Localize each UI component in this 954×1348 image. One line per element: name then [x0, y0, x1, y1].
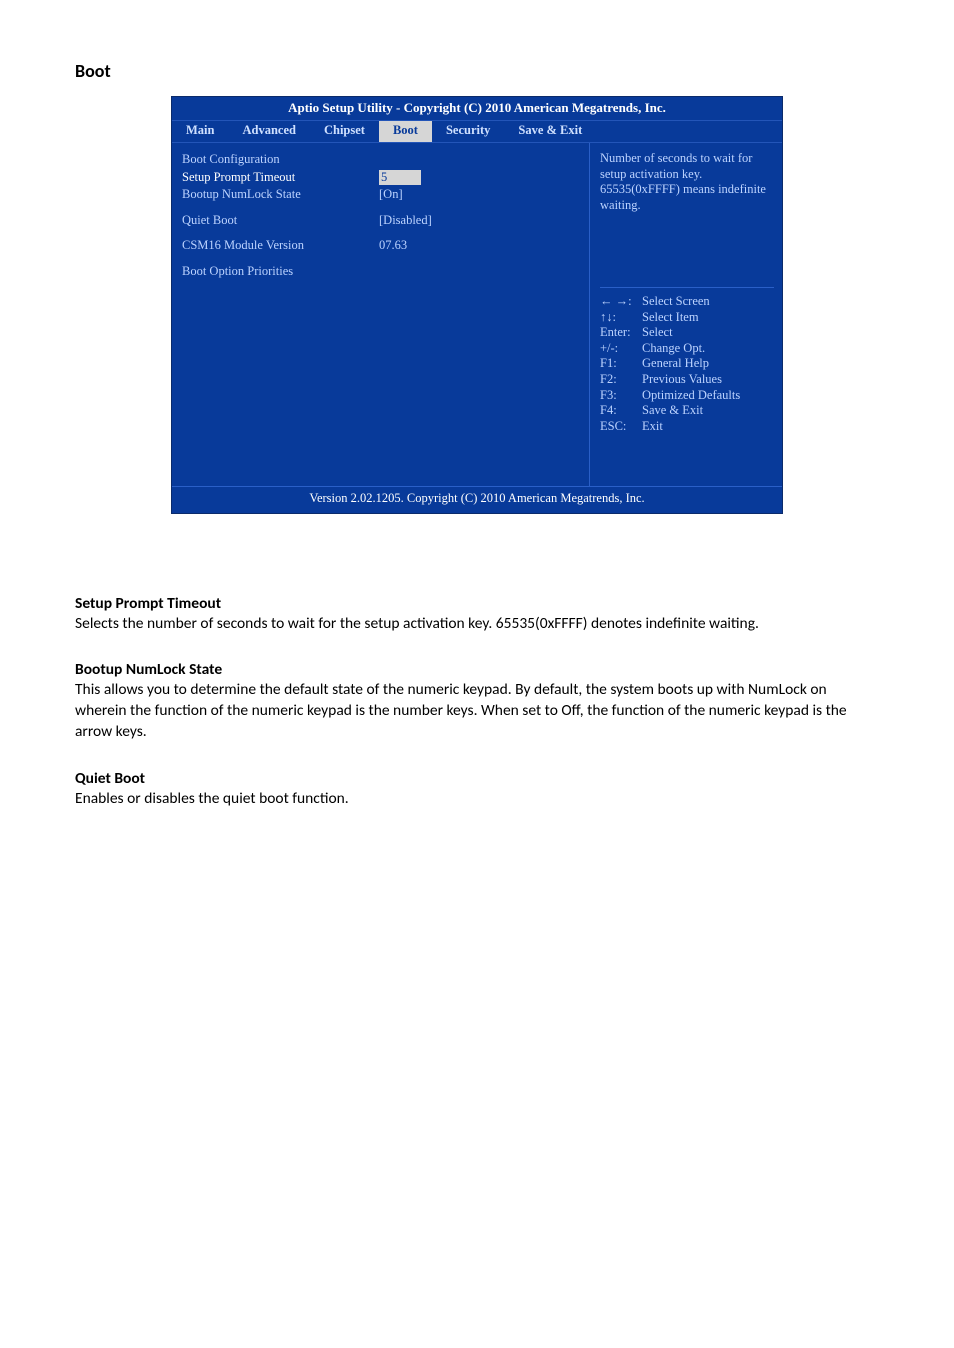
- desc-setup-prompt-timeout: Setup Prompt Timeout Selects the number …: [75, 594, 879, 635]
- desc-heading-setup-prompt-timeout: Setup Prompt Timeout: [75, 594, 879, 613]
- desc-quiet-boot: Quiet Boot Enables or disables the quiet…: [75, 769, 879, 810]
- bios-tab-boot[interactable]: Boot: [379, 121, 432, 142]
- nav-desc-f1: General Help: [642, 356, 774, 372]
- nav-desc-esc: Exit: [642, 419, 774, 435]
- nav-arrows-h: ← →: Select Screen: [600, 294, 774, 310]
- nav-enter: Enter: Select: [600, 325, 774, 341]
- bios-tab-main[interactable]: Main: [172, 121, 228, 142]
- label-bootup-numlock-state: Bootup NumLock State: [182, 187, 379, 203]
- value-setup-prompt-timeout: 5: [379, 170, 421, 186]
- nav-desc-arrows-v: Select Item: [642, 310, 774, 326]
- desc-heading-bootup-numlock-state: Bootup NumLock State: [75, 660, 879, 679]
- nav-desc-f3: Optimized Defaults: [642, 388, 774, 404]
- bios-footer: Version 2.02.1205. Copyright (C) 2010 Am…: [172, 486, 782, 513]
- desc-heading-quiet-boot: Quiet Boot: [75, 769, 879, 788]
- label-csm16-module-version: CSM16 Module Version: [182, 238, 379, 254]
- nav-key-arrows-v: ↑↓:: [600, 310, 642, 326]
- nav-desc-arrows-h: Select Screen: [642, 294, 774, 310]
- nav-plusminus: +/-: Change Opt.: [600, 341, 774, 357]
- desc-text-bootup-numlock-state: This allows you to determine the default…: [75, 680, 879, 743]
- nav-key-arrows-h: ← →:: [600, 294, 642, 310]
- nav-desc-f4: Save & Exit: [642, 403, 774, 419]
- label-boot-configuration: Boot Configuration: [182, 152, 379, 168]
- desc-text-setup-prompt-timeout: Selects the number of seconds to wait fo…: [75, 614, 879, 635]
- bios-help-text: Number of seconds to wait for setup acti…: [600, 151, 774, 271]
- bios-tab-advanced[interactable]: Advanced: [228, 121, 309, 142]
- nav-arrows-v: ↑↓: Select Item: [600, 310, 774, 326]
- nav-f2: F2: Previous Values: [600, 372, 774, 388]
- bios-screenshot: Aptio Setup Utility - Copyright (C) 2010…: [171, 96, 783, 514]
- bios-tab-bar: Main Advanced Chipset Boot Security Save…: [172, 120, 782, 143]
- nav-esc: ESC: Exit: [600, 419, 774, 435]
- row-csm16-module-version: CSM16 Module Version 07.63: [182, 237, 579, 255]
- value-quiet-boot: [Disabled]: [379, 213, 579, 229]
- label-quiet-boot: Quiet Boot: [182, 213, 379, 229]
- bios-nav-help: ← →: Select Screen ↑↓: Select Item Enter…: [600, 287, 774, 435]
- label-boot-option-priorities: Boot Option Priorities: [182, 264, 379, 280]
- bios-tab-chipset[interactable]: Chipset: [310, 121, 379, 142]
- bios-left-panel: Boot Configuration Setup Prompt Timeout …: [172, 143, 590, 486]
- label-setup-prompt-timeout: Setup Prompt Timeout: [182, 170, 379, 186]
- bios-title: Aptio Setup Utility - Copyright (C) 2010…: [172, 97, 782, 120]
- desc-text-quiet-boot: Enables or disables the quiet boot funct…: [75, 789, 879, 810]
- value-bootup-numlock-state: [On]: [379, 187, 579, 203]
- row-bootup-numlock-state[interactable]: Bootup NumLock State [On]: [182, 186, 579, 204]
- nav-key-esc: ESC:: [600, 419, 642, 435]
- row-quiet-boot[interactable]: Quiet Boot [Disabled]: [182, 212, 579, 230]
- desc-bootup-numlock-state: Bootup NumLock State This allows you to …: [75, 660, 879, 743]
- nav-key-f3: F3:: [600, 388, 642, 404]
- nav-desc-enter: Select: [642, 325, 774, 341]
- row-boot-option-priorities: Boot Option Priorities: [182, 263, 579, 281]
- nav-f4: F4: Save & Exit: [600, 403, 774, 419]
- nav-key-f1: F1:: [600, 356, 642, 372]
- nav-f3: F3: Optimized Defaults: [600, 388, 774, 404]
- nav-desc-plusminus: Change Opt.: [642, 341, 774, 357]
- bios-tab-security[interactable]: Security: [432, 121, 504, 142]
- nav-desc-f2: Previous Values: [642, 372, 774, 388]
- bios-tab-save-exit[interactable]: Save & Exit: [504, 121, 596, 142]
- row-setup-prompt-timeout[interactable]: Setup Prompt Timeout 5: [182, 169, 579, 187]
- bios-right-panel: Number of seconds to wait for setup acti…: [590, 143, 782, 486]
- nav-key-f2: F2:: [600, 372, 642, 388]
- nav-key-f4: F4:: [600, 403, 642, 419]
- section-heading-boot: Boot: [75, 60, 879, 82]
- nav-key-enter: Enter:: [600, 325, 642, 341]
- nav-key-plusminus: +/-:: [600, 341, 642, 357]
- row-boot-configuration: Boot Configuration: [182, 151, 579, 169]
- nav-f1: F1: General Help: [600, 356, 774, 372]
- value-csm16-module-version: 07.63: [379, 238, 579, 254]
